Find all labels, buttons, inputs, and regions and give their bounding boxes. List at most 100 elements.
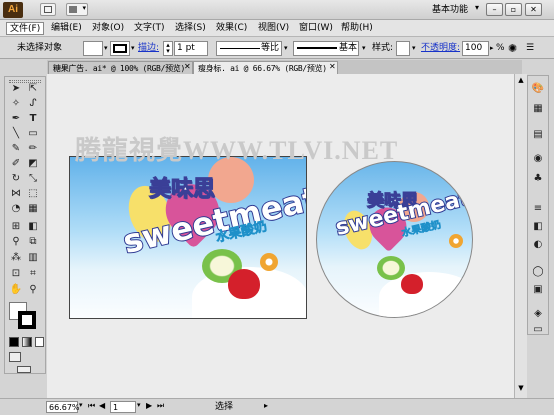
- tab-label: 糖果广告. ai* @ 100% (RGB/预览): [53, 64, 186, 73]
- scroll-down-icon[interactable]: ▼: [516, 384, 526, 394]
- opacity-field[interactable]: 100: [462, 41, 489, 56]
- stepper-icon[interactable]: ▴ ▾: [163, 41, 173, 56]
- rectangle-artwork[interactable]: 美味思 sweetmeat 水果酸奶: [69, 156, 307, 319]
- blend-tool-icon[interactable]: ⧉: [26, 235, 40, 249]
- first-artboard-icon[interactable]: ⏮: [88, 401, 95, 411]
- last-artboard-icon[interactable]: ⏭: [157, 401, 164, 411]
- stroke-panel-icon[interactable]: ≡: [530, 202, 546, 216]
- slice-tool-icon[interactable]: ⌗: [26, 267, 40, 281]
- type-tool-icon[interactable]: T: [26, 112, 40, 126]
- arrange-documents-icon[interactable]: ▾: [66, 3, 88, 16]
- gradient-tool-icon[interactable]: ◧: [26, 220, 40, 234]
- draw-mode-icon[interactable]: [9, 352, 21, 362]
- artboards-icon[interactable]: ▭: [530, 323, 546, 337]
- rectangle-tool-icon[interactable]: ▭: [26, 127, 40, 141]
- selection-tool-icon[interactable]: ➤: [9, 82, 23, 96]
- menu-type[interactable]: 文字(T): [131, 22, 168, 35]
- stroke-weight-field[interactable]: 1 pt: [174, 41, 208, 56]
- brushes-icon[interactable]: ◉: [530, 152, 546, 166]
- menu-object[interactable]: 对象(O): [89, 22, 127, 35]
- menu-file[interactable]: 文件(F): [6, 22, 45, 35]
- artboard-number-field[interactable]: 1: [110, 401, 136, 413]
- transparency-icon[interactable]: ◐: [530, 238, 546, 252]
- fill-swatch[interactable]: [83, 41, 103, 56]
- artboard-tool-icon[interactable]: ⊡: [9, 267, 23, 281]
- stroke-swatch[interactable]: [110, 41, 130, 56]
- layers-icon[interactable]: ◈: [530, 307, 546, 321]
- pencil-icon[interactable]: ✏: [26, 142, 40, 156]
- status-menu-icon[interactable]: ▸: [264, 401, 268, 410]
- chevron-down-icon[interactable]: ▾: [131, 41, 135, 56]
- mesh-tool-icon[interactable]: ⊞: [9, 220, 23, 234]
- maximize-button[interactable]: ▫: [505, 3, 522, 16]
- chevron-down-icon[interactable]: ▾: [284, 41, 288, 56]
- close-button[interactable]: ✕: [525, 3, 542, 16]
- paintbrush-icon[interactable]: ✎: [9, 142, 23, 156]
- pen-tool-icon[interactable]: ✒: [9, 112, 23, 126]
- menu-view[interactable]: 视图(V): [255, 22, 292, 35]
- graphic-styles-icon[interactable]: ▣: [530, 283, 546, 297]
- color-guide-icon[interactable]: ▦: [530, 102, 546, 116]
- close-icon[interactable]: ✕: [329, 62, 336, 71]
- scroll-up-icon[interactable]: ▲: [516, 76, 526, 86]
- shape-builder-icon[interactable]: ◔: [9, 202, 23, 216]
- eraser-icon[interactable]: ◩: [26, 157, 40, 171]
- swatches-icon[interactable]: ▤: [530, 128, 546, 142]
- graphic-style-swatch[interactable]: [396, 41, 410, 56]
- gradient-panel-icon[interactable]: ◧: [530, 220, 546, 234]
- line-tool-icon[interactable]: ╲: [9, 127, 23, 141]
- color-panel-icon[interactable]: 🎨: [530, 82, 546, 96]
- eyedropper-icon[interactable]: ⚲: [9, 235, 23, 249]
- menu-effect[interactable]: 效果(C): [213, 22, 250, 35]
- perspective-grid-icon[interactable]: ▦: [26, 202, 40, 216]
- menu-window[interactable]: 窗口(W): [296, 22, 336, 35]
- previous-artboard-icon[interactable]: ◀: [99, 401, 105, 410]
- variable-width-profile[interactable]: 等比: [216, 41, 282, 56]
- magic-wand-icon[interactable]: ✧: [9, 97, 23, 111]
- symbol-sprayer-icon[interactable]: ⁂: [9, 251, 23, 265]
- chevron-down-icon[interactable]: ▾: [104, 41, 108, 56]
- chevron-down-icon[interactable]: ▾: [137, 401, 141, 409]
- workspace-switcher[interactable]: 基本功能: [432, 3, 468, 17]
- tab-candy-ad[interactable]: 糖果广告. ai* @ 100% (RGB/预览): [48, 61, 193, 74]
- vertical-scrollbar[interactable]: ▲ ▼: [514, 74, 527, 398]
- brush-definition[interactable]: 基本: [293, 41, 359, 56]
- chevron-down-icon[interactable]: ▾: [362, 41, 366, 56]
- close-icon[interactable]: ✕: [184, 62, 191, 71]
- blob-brush-icon[interactable]: ✐: [9, 157, 23, 171]
- direct-selection-tool-icon[interactable]: ⇱: [26, 82, 40, 96]
- none-mode-icon[interactable]: [35, 337, 44, 347]
- gradient-mode-icon[interactable]: [22, 337, 32, 347]
- chevron-down-icon[interactable]: ▾: [412, 41, 416, 56]
- next-artboard-icon[interactable]: ▶: [146, 401, 152, 410]
- menu-select[interactable]: 选择(S): [172, 22, 209, 35]
- width-tool-icon[interactable]: ⋈: [9, 187, 23, 201]
- chevron-down-icon[interactable]: ▾: [475, 3, 479, 12]
- chevron-down-icon[interactable]: ▾: [79, 401, 83, 409]
- chevron-right-icon[interactable]: ▸: [490, 41, 494, 56]
- minimize-button[interactable]: –: [486, 3, 503, 16]
- tab-slim-label[interactable]: 瘦身标. ai @ 66.67% (RGB/预览): [193, 61, 338, 74]
- watermark: 腾龍視覺WWW.TLVI.NET: [75, 136, 399, 165]
- stroke-label[interactable]: 描边:: [138, 41, 159, 56]
- scale-tool-icon[interactable]: ⤡: [26, 172, 40, 186]
- stroke-color-icon[interactable]: [18, 311, 36, 329]
- column-graph-icon[interactable]: ▥: [26, 251, 40, 265]
- screen-mode-icon[interactable]: [17, 366, 31, 373]
- recolor-icon[interactable]: ✺: [508, 41, 517, 56]
- zoom-field[interactable]: 66.67%: [46, 401, 80, 413]
- menu-help[interactable]: 帮助(H): [338, 22, 376, 35]
- opacity-label[interactable]: 不透明度:: [421, 41, 460, 56]
- panel-menu-icon[interactable]: ☰: [526, 41, 534, 56]
- appearance-icon[interactable]: ◯: [530, 265, 546, 279]
- hand-tool-icon[interactable]: ✋: [9, 283, 23, 297]
- zoom-tool-icon[interactable]: ⚲: [26, 283, 40, 297]
- menu-edit[interactable]: 编辑(E): [48, 22, 85, 35]
- bridge-icon[interactable]: [40, 3, 56, 16]
- rotate-tool-icon[interactable]: ↻: [9, 172, 23, 186]
- symbols-icon[interactable]: ♣: [530, 172, 546, 186]
- circle-artwork[interactable]: 美味思 sweetmeat 水果酸奶: [316, 161, 473, 318]
- lasso-icon[interactable]: ᔑ: [26, 97, 40, 111]
- color-mode-icon[interactable]: [9, 337, 19, 347]
- free-transform-icon[interactable]: ⬚: [26, 187, 40, 201]
